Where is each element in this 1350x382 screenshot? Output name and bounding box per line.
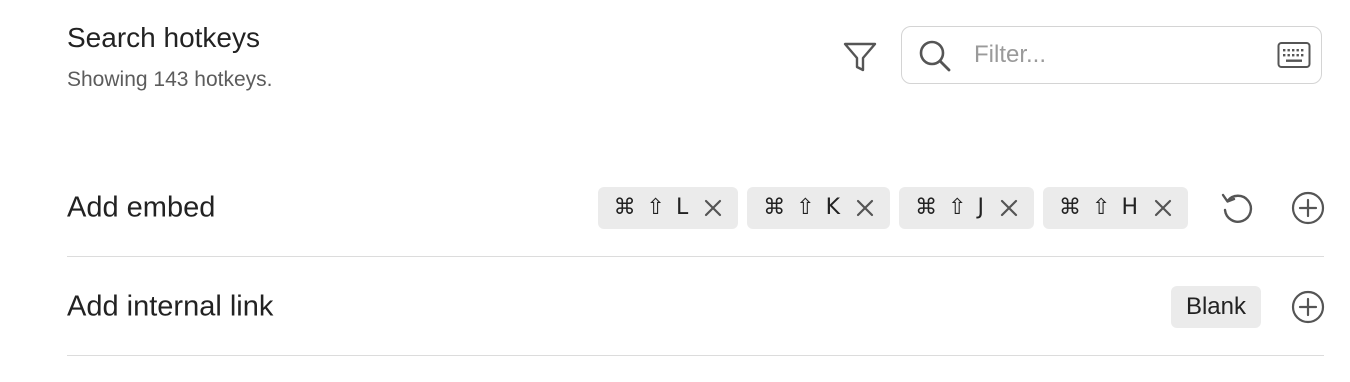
close-icon	[705, 199, 722, 216]
search-input[interactable]	[974, 33, 1264, 77]
hotkey-binding-chip[interactable]: ⌘ ⇧ K	[747, 186, 891, 229]
search-field[interactable]	[901, 26, 1322, 84]
blank-hotkey-chip: Blank	[1170, 285, 1261, 328]
hotkey-keys: ⌘ ⇧ L	[613, 195, 691, 220]
hotkey-label: Add embed	[67, 191, 216, 223]
filter-button[interactable]	[841, 38, 879, 76]
close-icon	[1154, 199, 1172, 216]
hotkey-controls: Blank	[1170, 258, 1325, 355]
hotkey-binding-chip[interactable]: ⌘ ⇧ H	[1043, 186, 1188, 229]
hotkey-count: Showing 143 hotkeys.	[67, 68, 273, 91]
remove-binding-button[interactable]	[854, 197, 876, 219]
remove-binding-button[interactable]	[998, 197, 1020, 219]
close-icon	[1000, 199, 1018, 216]
reset-icon	[1221, 193, 1253, 223]
hotkeys-header: Search hotkeys Showing 143 hotkeys.	[67, 20, 1324, 100]
remove-binding-button[interactable]	[702, 197, 724, 219]
hotkey-row-add-embed: Add embed ⌘ ⇧ L ⌘ ⇧ K ⌘ ⇧ J ⌘ ⇧ H	[67, 159, 1325, 257]
plus-circle-icon	[1291, 191, 1325, 224]
hotkey-keys: ⌘ ⇧ H	[1059, 195, 1140, 220]
hotkey-binding-chip[interactable]: ⌘ ⇧ J	[899, 186, 1035, 229]
restore-default-button[interactable]	[1217, 188, 1257, 228]
hotkey-keys: ⌘ ⇧ K	[763, 195, 843, 220]
plus-circle-icon	[1291, 290, 1325, 323]
hotkey-controls: ⌘ ⇧ L ⌘ ⇧ K ⌘ ⇧ J ⌘ ⇧ H	[597, 159, 1325, 256]
keyboard-icon[interactable]	[1277, 41, 1311, 69]
hotkey-binding-chip[interactable]: ⌘ ⇧ L	[597, 186, 739, 229]
filter-icon	[843, 42, 877, 72]
hotkey-keys: ⌘ ⇧ J	[915, 195, 987, 220]
search-icon	[919, 40, 951, 72]
close-icon	[857, 199, 874, 216]
hotkey-label: Add internal link	[67, 290, 274, 322]
page-title: Search hotkeys	[67, 22, 260, 53]
hotkey-row-add-internal-link: Add internal link Blank	[67, 258, 1325, 356]
add-hotkey-button[interactable]	[1288, 188, 1328, 228]
add-hotkey-button[interactable]	[1288, 287, 1328, 327]
remove-binding-button[interactable]	[1152, 197, 1174, 219]
